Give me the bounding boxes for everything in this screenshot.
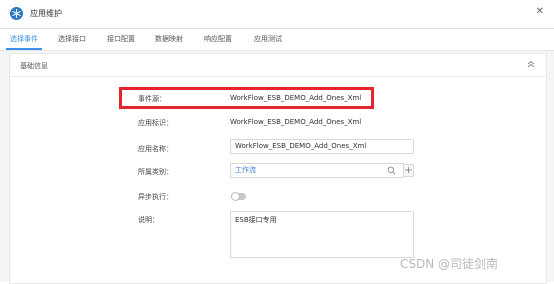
- app-name-input[interactable]: WorkFlow_ESB_DEMO_Add_Ones_Xml: [230, 139, 414, 154]
- async-toggle[interactable]: [231, 192, 246, 201]
- category-value: 工作流: [235, 166, 256, 174]
- title-bar: 应用维护 ✕: [0, 0, 554, 29]
- category-label: 所属类别：: [138, 168, 173, 176]
- async-label: 异步执行：: [138, 193, 173, 201]
- tab-interface-config[interactable]: 接口配置: [107, 34, 135, 44]
- app-id-value: WorkFlow_ESB_DEMO_Add_Ones_Xml: [230, 118, 362, 126]
- snowflake-icon: [10, 7, 23, 20]
- toggle-knob: [231, 192, 240, 201]
- tab-select-interface[interactable]: 选择接口: [58, 34, 86, 44]
- tab-select-event[interactable]: 选择事件: [10, 34, 38, 44]
- watermark: CSDN @司徒剑南: [400, 257, 499, 271]
- panel-header: 基础信息: [10, 54, 546, 77]
- search-icon[interactable]: [387, 166, 396, 175]
- tab-data-mapping[interactable]: 数据映射: [155, 34, 183, 44]
- app-id-label: 应用标识：: [138, 119, 173, 127]
- content-area: 基础信息 事件源： WorkFlow_ESB_DEMO_Add_Ones_Xml…: [0, 51, 554, 284]
- description-textarea[interactable]: ESB接口专用: [230, 211, 414, 258]
- panel-title: 基础信息: [20, 62, 48, 70]
- add-category-button[interactable]: +: [403, 164, 414, 177]
- tab-app-test[interactable]: 应用测试: [254, 34, 282, 44]
- event-source-label: 事件源：: [138, 95, 166, 103]
- tab-response-config[interactable]: 响应配置: [204, 34, 232, 44]
- event-source-value: WorkFlow_ESB_DEMO_Add_Ones_Xml: [230, 94, 362, 102]
- tab-bar: 选择事件 选择接口 接口配置 数据映射 响应配置 应用测试: [0, 29, 554, 49]
- category-select[interactable]: 工作流: [230, 163, 404, 178]
- app-name-label: 应用名称：: [138, 145, 173, 153]
- chevron-up-icon[interactable]: [526, 59, 536, 69]
- basic-info-panel: 基础信息 事件源： WorkFlow_ESB_DEMO_Add_Ones_Xml…: [9, 53, 547, 284]
- close-icon[interactable]: ✕: [536, 6, 544, 17]
- window-title: 应用维护: [30, 9, 62, 18]
- description-label: 说明：: [138, 216, 159, 224]
